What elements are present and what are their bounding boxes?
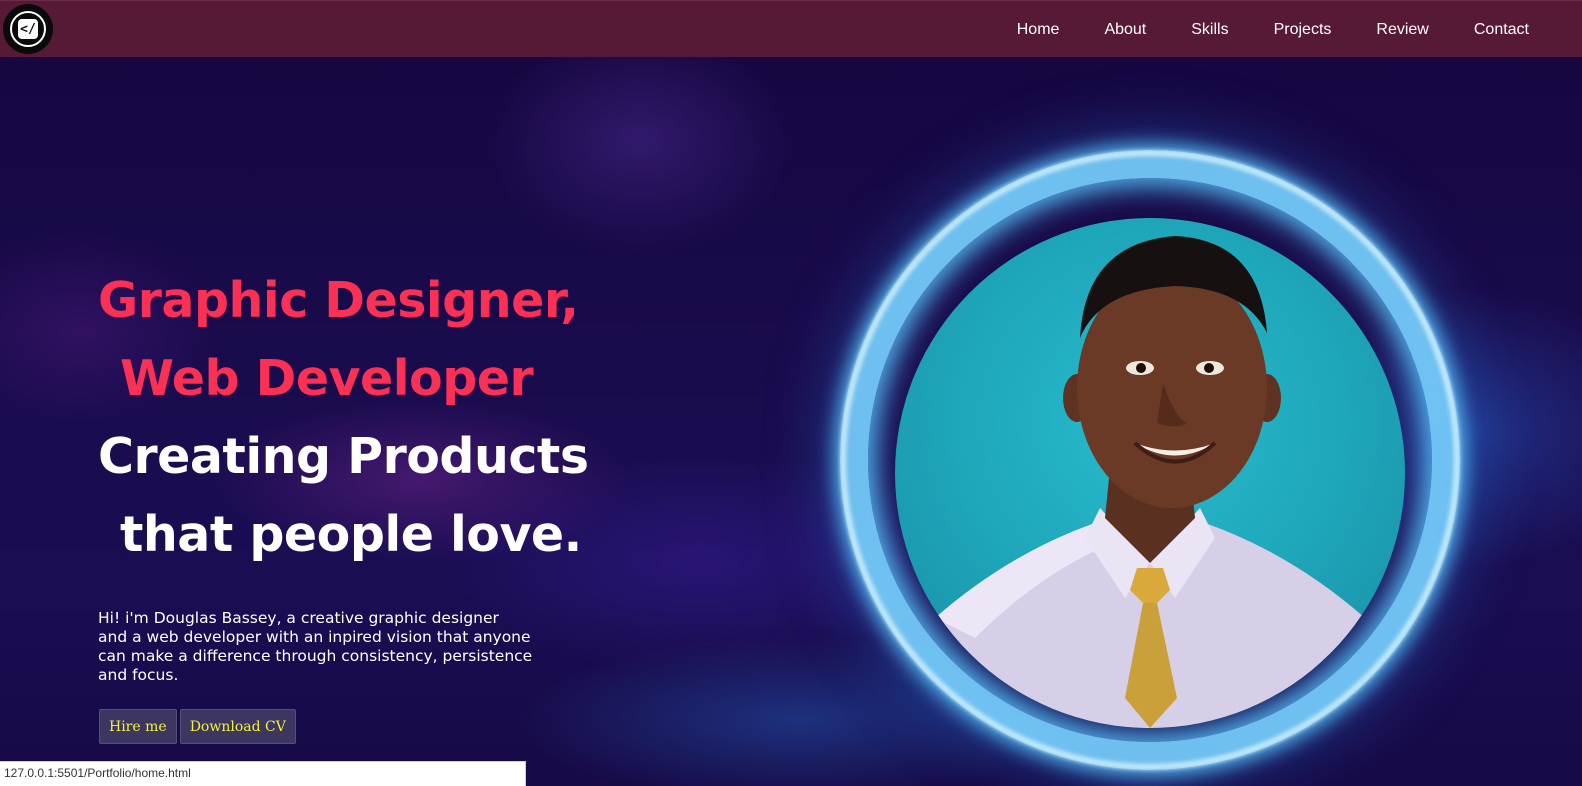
intro-line: and focus. (98, 666, 179, 684)
headline-line-role-2: Web Developer (120, 350, 534, 407)
nav-link-about[interactable]: About (1104, 21, 1146, 39)
hero-buttons: Hire me Download CV (99, 709, 296, 744)
nav-link-skills[interactable]: Skills (1191, 21, 1228, 39)
logo-ring: </ (10, 11, 46, 47)
code-brackets-icon: </ (18, 19, 38, 39)
intro-line: Hi! i'm Douglas Bassey, a creative graph… (98, 609, 499, 627)
hero-headline: Graphic Designer, Web Developer Creating… (98, 262, 618, 574)
nav-link-projects[interactable]: Projects (1274, 21, 1332, 39)
portrait-illustration (935, 236, 1365, 728)
nav-links: Home About Skills Projects Review Contac… (994, 1, 1582, 58)
headline-line-tagline-1: Creating Products (98, 428, 589, 485)
download-cv-button[interactable]: Download CV (179, 709, 296, 744)
nav-link-contact[interactable]: Contact (1474, 21, 1529, 39)
site-logo[interactable]: </ (3, 4, 53, 54)
headline-line-role-1: Graphic Designer, (98, 272, 579, 329)
intro-line: and a web developer with an inpired visi… (98, 628, 531, 646)
navbar: </ Home About Skills Projects Review Con… (0, 0, 1582, 57)
hire-me-button[interactable]: Hire me (99, 709, 177, 744)
intro-paragraph: Hi! i'm Douglas Bassey, a creative graph… (98, 609, 553, 685)
nav-link-review[interactable]: Review (1376, 21, 1428, 39)
headline-line-tagline-2: that people love. (120, 506, 582, 563)
profile-photo (895, 218, 1405, 728)
portfolio-page: </ Home About Skills Projects Review Con… (0, 0, 1582, 786)
intro-line: can make a difference through consistenc… (98, 647, 533, 665)
browser-status-url: 127.0.0.1:5501/Portfolio/home.html (0, 761, 526, 786)
nav-link-home[interactable]: Home (1017, 21, 1060, 39)
